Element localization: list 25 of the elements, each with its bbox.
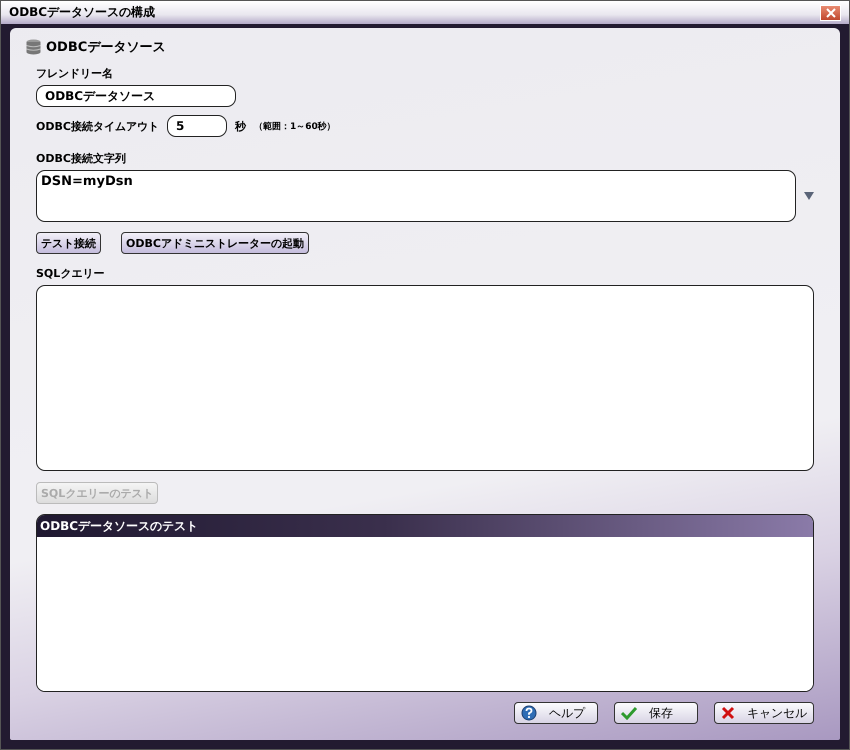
panel-title: ODBCデータソースのテスト xyxy=(40,518,198,534)
friendly-name-field[interactable]: ODBCデータソース xyxy=(36,85,236,107)
cross-icon xyxy=(721,706,735,720)
save-button[interactable]: 保存 xyxy=(614,702,698,724)
action-button[interactable]: ODBCアドミニストレーターの起動 xyxy=(121,232,309,254)
unit-label: 秒 xyxy=(234,118,246,134)
field-label: ODBC接続文字列 xyxy=(36,151,127,166)
field-label: ODBC接続タイムアウト xyxy=(36,118,159,134)
checkmark-icon xyxy=(621,706,637,720)
window-title: ODBCデータソースの構成 xyxy=(9,4,156,21)
field-label: フレンドリー名 xyxy=(36,66,114,81)
dropdown-arrow-icon[interactable] xyxy=(804,192,814,200)
connection-string-field[interactable]: DSN=myDsn xyxy=(36,170,796,222)
timeout-field[interactable]: 5 xyxy=(166,115,227,137)
help-icon xyxy=(521,705,537,721)
field-label: SQLクエリー xyxy=(36,266,106,281)
range-hint: （範囲：1～60秒） xyxy=(254,120,336,132)
cancel-button[interactable]: キャンセル xyxy=(714,702,814,724)
sql-query-field[interactable] xyxy=(36,285,814,471)
close-icon xyxy=(826,8,836,18)
action-button[interactable]: テスト接続 xyxy=(36,232,101,254)
help-button[interactable]: ヘルプ xyxy=(514,702,598,724)
database-icon xyxy=(26,39,41,55)
section-title: ODBCデータソース xyxy=(46,39,166,56)
close-button[interactable] xyxy=(820,4,841,20)
